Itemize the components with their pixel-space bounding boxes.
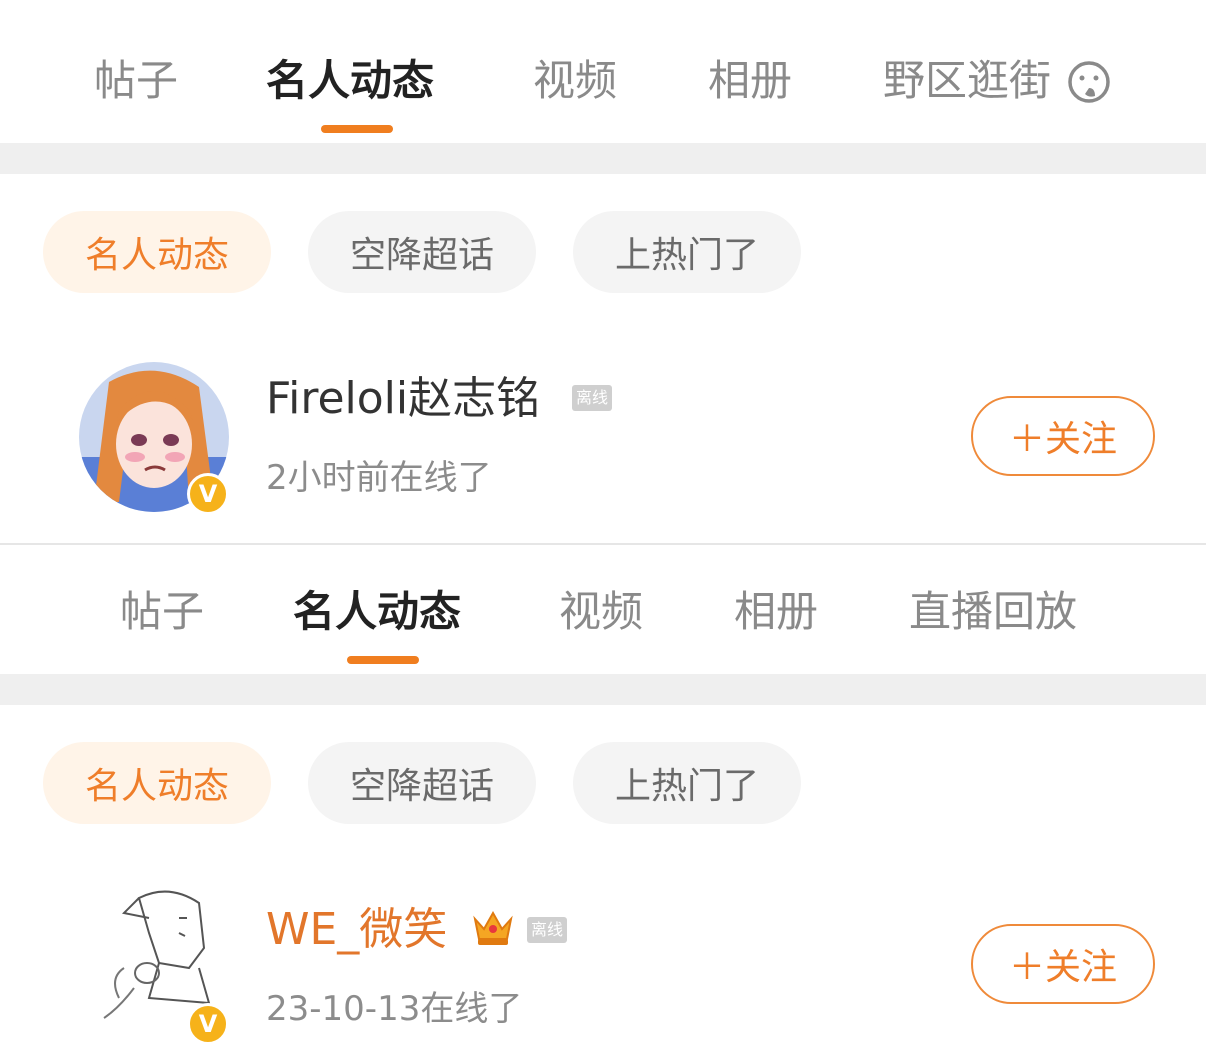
tab-celebrity-updates[interactable]: 名人动态 — [266, 60, 434, 102]
filter-trending[interactable]: 上热门了 — [573, 211, 801, 293]
offline-status-tag: 离线 — [527, 917, 568, 943]
tab-live-replay[interactable]: 直播回放 — [909, 591, 1077, 633]
filter-trending[interactable]: 上热门了 — [573, 742, 801, 824]
filter-airdrop-supertopic[interactable]: 空降超话 — [308, 211, 536, 293]
filter-airdrop-supertopic[interactable]: 空降超话 — [308, 742, 536, 824]
follow-button[interactable]: ＋关注 — [971, 924, 1155, 1004]
offline-status-tag: 离线 — [572, 385, 613, 411]
divider — [0, 543, 1206, 545]
tab-celebrity-updates[interactable]: 名人动态 — [293, 591, 461, 633]
section-separator — [0, 674, 1206, 705]
tab-videos[interactable]: 视频 — [533, 60, 617, 102]
tab-posts[interactable]: 帖子 — [120, 591, 204, 633]
face-icon — [1068, 61, 1110, 103]
tab-videos[interactable]: 视频 — [559, 591, 643, 633]
last-seen-text: 23-10-13在线了 — [266, 989, 523, 1029]
verified-badge-icon: V — [187, 1003, 229, 1045]
verified-badge-icon: V — [187, 473, 229, 515]
active-tab-indicator — [321, 125, 393, 133]
filter-celebrity-updates[interactable]: 名人动态 — [43, 211, 271, 293]
section-separator — [0, 143, 1206, 174]
tab-wild-zone[interactable]: 野区逛街 — [883, 60, 1051, 102]
crown-icon — [473, 910, 513, 945]
active-tab-indicator — [347, 656, 419, 664]
last-seen-text: 2小时前在线了 — [266, 458, 492, 498]
tab-albums[interactable]: 相册 — [708, 60, 792, 102]
username[interactable]: Fireloli赵志铭 — [266, 377, 540, 421]
tab-albums[interactable]: 相册 — [734, 591, 818, 633]
follow-button[interactable]: ＋关注 — [971, 396, 1155, 476]
filter-celebrity-updates[interactable]: 名人动态 — [43, 742, 271, 824]
username[interactable]: WE_微笑 — [266, 908, 447, 952]
tab-posts[interactable]: 帖子 — [94, 60, 178, 102]
